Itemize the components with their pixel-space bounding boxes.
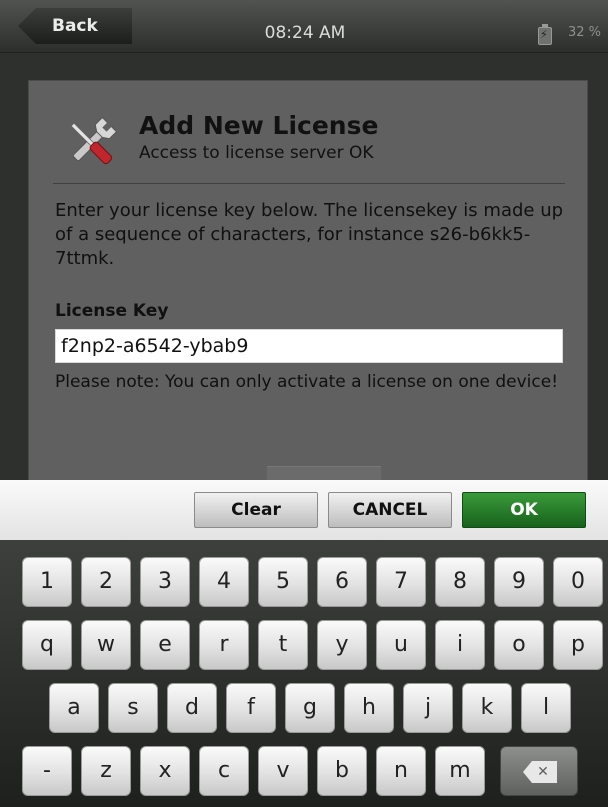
key[interactable]: 6 [317,557,367,607]
key[interactable]: t [258,620,308,670]
key[interactable]: a [49,683,99,733]
key[interactable]: 8 [435,557,485,607]
key[interactable]: k [462,683,512,733]
key[interactable]: 9 [494,557,544,607]
key[interactable]: n [376,746,426,796]
ok-button[interactable]: OK [462,492,586,528]
license-key-label: License Key [55,301,169,321]
key[interactable]: s [108,683,158,733]
key[interactable]: y [317,620,367,670]
keyboard-row-asdf: a s d f g h j k l [0,683,608,735]
key[interactable]: c [199,746,249,796]
clear-button[interactable]: Clear [194,492,318,528]
keyboard-row-numbers: 1 2 3 4 5 6 7 8 9 0 [0,557,608,609]
key[interactable]: 2 [81,557,131,607]
cancel-button[interactable]: CANCEL [328,492,452,528]
battery-icon [538,24,552,45]
dialog-subtitle: Access to license server OK [139,143,374,163]
key[interactable]: e [140,620,190,670]
key[interactable]: q [22,620,72,670]
key[interactable]: d [167,683,217,733]
key[interactable]: u [376,620,426,670]
battery-percent: 32 % [568,25,602,40]
key[interactable]: o [494,620,544,670]
key[interactable]: 3 [140,557,190,607]
key[interactable]: j [403,683,453,733]
backspace-key[interactable]: ✕ [500,746,578,796]
back-button[interactable]: Back [18,8,132,44]
key[interactable]: r [199,620,249,670]
key[interactable]: g [285,683,335,733]
key[interactable]: v [258,746,308,796]
key[interactable]: 1 [22,557,72,607]
key[interactable]: 4 [199,557,249,607]
key[interactable]: 0 [553,557,603,607]
key[interactable]: l [521,683,571,733]
dialog-title: Add New License [139,111,379,140]
keyboard-row-zxcv: - z x c v b n m ✕ [0,746,608,798]
instructions-text: Enter your license key below. The licens… [55,200,564,269]
key[interactable]: x [140,746,190,796]
key[interactable]: 5 [258,557,308,607]
key[interactable]: w [81,620,131,670]
key[interactable]: m [435,746,485,796]
key[interactable]: i [435,620,485,670]
add-license-dialog: Add New License Access to license server… [28,80,588,483]
status-bar: Back 08:24 AM 32 % [0,0,608,53]
keyboard-row-qwerty: q w e r t y u i o p [0,620,608,672]
activation-note: Please note: You can only activate a lic… [55,372,559,392]
action-bar: Clear CANCEL OK [0,480,608,540]
clock: 08:24 AM [264,23,346,43]
key[interactable]: z [81,746,131,796]
on-screen-keyboard: 1 2 3 4 5 6 7 8 9 0 q w e r t y u i o p … [0,540,608,807]
divider [53,183,565,184]
license-key-input[interactable] [55,329,563,363]
backspace-icon: ✕ [523,761,557,783]
key[interactable]: - [22,746,72,796]
key[interactable]: h [344,683,394,733]
key[interactable]: b [317,746,367,796]
key[interactable]: p [553,620,603,670]
key[interactable]: f [226,683,276,733]
key[interactable]: 7 [376,557,426,607]
wrench-screwdriver-icon [59,111,123,175]
